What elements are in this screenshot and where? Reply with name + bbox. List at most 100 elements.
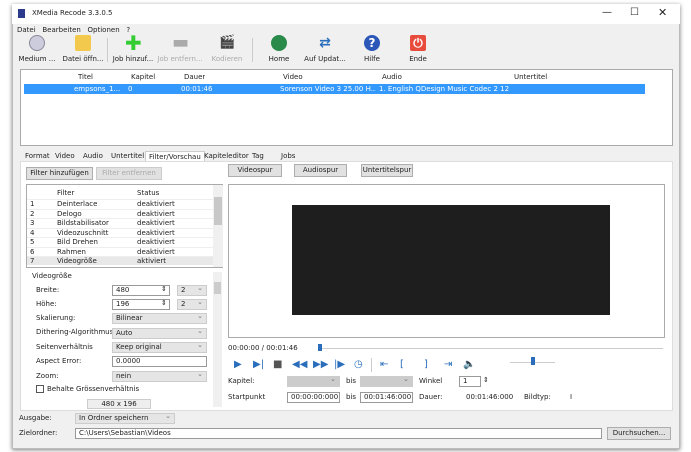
cell-title: empsons_1... — [74, 85, 121, 93]
filter-status: aktiviert — [137, 257, 167, 265]
seek-slider[interactable] — [318, 348, 663, 349]
menu-datei[interactable]: Datei — [17, 26, 36, 34]
filter-scrollbar[interactable] — [213, 185, 223, 267]
medium-button[interactable]: Medium ... — [12, 35, 62, 63]
filter-row[interactable]: 2 Delogo deaktiviert — [27, 208, 213, 218]
column-header[interactable]: Kapitel — [131, 73, 155, 81]
open-file-button[interactable]: Datei öffn... — [58, 35, 108, 63]
output-label: Ausgabe: — [19, 414, 52, 422]
home-button[interactable]: Home — [254, 35, 304, 63]
end-input[interactable]: 00:01:46:000 — [360, 392, 413, 403]
minimize-button[interactable]: — — [602, 7, 612, 18]
zoom-label: Zoom: — [36, 372, 59, 380]
subtitletrack-button[interactable]: Untertitelspur — [361, 164, 413, 177]
menu-bearbeiten[interactable]: Bearbeiten — [42, 26, 80, 34]
settings-scrollbar[interactable] — [213, 272, 222, 407]
filter-row[interactable]: 5 Bild Drehen deaktiviert — [27, 237, 213, 246]
frametype-label: Bildtyp: — [524, 393, 551, 401]
column-header[interactable]: Filter — [57, 189, 74, 197]
videotrack-button[interactable]: Videospur — [228, 164, 282, 177]
angle-input[interactable]: 1 — [459, 376, 481, 387]
encode-button[interactable]: 🎬 Kodieren — [202, 35, 252, 63]
volume-icon[interactable]: 🔈 — [463, 359, 475, 370]
keep-ratio-checkbox[interactable] — [36, 385, 44, 393]
volume-slider-thumb[interactable] — [530, 357, 535, 365]
set-end-marker-icon[interactable]: ] — [424, 359, 428, 370]
column-header[interactable]: Dauer — [184, 73, 205, 81]
filter-name: Bildstabilisator — [57, 219, 109, 227]
column-header[interactable]: Audio — [382, 73, 402, 81]
go-end-marker-icon[interactable]: ⇥ — [444, 359, 452, 370]
filter-name: Delogo — [57, 209, 82, 218]
filter-index: 1 — [30, 200, 35, 208]
stop-icon[interactable]: ■ — [273, 359, 282, 370]
filter-row[interactable]: 3 Bildstabilisator deaktiviert — [27, 218, 213, 227]
filter-row[interactable]: 4 Videozuschnitt deaktiviert — [27, 227, 213, 237]
width-divisor-select[interactable]: 2 — [177, 284, 207, 296]
height-spinner[interactable]: ⇕ — [161, 299, 167, 307]
aspect-error-label: Aspect Error: — [36, 357, 82, 365]
aspect-select[interactable]: Keep original — [112, 341, 207, 353]
seek-slider-thumb[interactable] — [318, 344, 322, 351]
close-button[interactable]: ✕ — [658, 6, 667, 19]
filter-status: deaktiviert — [137, 238, 175, 246]
set-start-marker-icon[interactable]: [ — [400, 359, 404, 370]
chapter-to-select[interactable] — [360, 375, 413, 387]
filter-name: Rahmen — [57, 247, 86, 256]
angle-spinner[interactable]: ⇕ — [483, 376, 489, 384]
audiotrack-button[interactable]: Audiospur — [294, 164, 347, 177]
update-button[interactable]: ⇄ Auf Updat... — [300, 35, 350, 63]
fast-forward-icon[interactable]: ▶▶ — [313, 359, 328, 370]
column-header[interactable]: Status — [137, 189, 159, 197]
filter-row[interactable]: 1 Deinterlace deaktiviert — [27, 199, 213, 208]
menu-optionen[interactable]: Optionen — [88, 26, 120, 34]
scaling-select[interactable]: Bilinear — [112, 312, 207, 324]
filter-index: 6 — [30, 247, 35, 256]
globe-icon — [271, 35, 287, 51]
play-icon[interactable]: ▶ — [234, 359, 242, 370]
column-header[interactable]: Untertitel — [514, 73, 547, 81]
maximize-button[interactable]: ☐ — [630, 7, 639, 18]
help-button[interactable]: ? Hilfe — [347, 35, 397, 63]
filter-status: deaktiviert — [137, 209, 175, 218]
go-start-marker-icon[interactable]: ⇤ — [380, 359, 388, 370]
scrollbar-thumb[interactable] — [214, 282, 221, 294]
output-select[interactable]: In Ordner speichern — [75, 412, 175, 424]
disc-icon — [29, 35, 45, 51]
column-header[interactable]: Video — [283, 73, 303, 81]
remove-job-button[interactable]: ▬ Job entfern... — [155, 34, 205, 64]
filter-status: deaktiviert — [137, 228, 175, 237]
filter-row[interactable]: 7 Videogröße aktiviert — [27, 256, 213, 265]
zoom-select[interactable]: nein — [112, 370, 207, 382]
aspect-error-input[interactable]: 0.0000 — [112, 356, 207, 367]
chapter-from-select[interactable] — [287, 375, 340, 387]
width-spinner[interactable]: ⇕ — [161, 285, 167, 293]
column-header[interactable]: Titel — [78, 73, 93, 81]
scrollbar-thumb[interactable] — [214, 197, 222, 225]
dither-select[interactable]: Auto — [112, 327, 207, 339]
next-frame-icon[interactable]: ▶| — [253, 359, 264, 370]
cell-audio: 1. English QDesign Music Codec 2 12... — [379, 85, 509, 93]
plus-icon: ✚ — [125, 31, 142, 55]
filter-row[interactable]: 6 Rahmen deaktiviert — [27, 246, 213, 256]
browse-button[interactable]: Durchsuchen... — [607, 427, 671, 440]
to-label: bis — [346, 377, 357, 385]
video-frame — [292, 205, 610, 315]
folder-input[interactable]: C:\Users\Sebastian\Videos — [75, 428, 602, 439]
remove-filter-button[interactable]: Filter entfernen — [96, 167, 162, 180]
height-label: Höhe: — [36, 300, 57, 308]
rewind-icon[interactable]: ◀◀ — [292, 359, 307, 370]
film-encode-icon: 🎬 — [219, 35, 236, 50]
start-input[interactable]: 00:00:00:000 — [287, 392, 340, 403]
table-row[interactable]: empsons_1... 0 00:01:46 Sorenson Video 3… — [24, 84, 645, 94]
filter-index: 5 — [30, 238, 35, 246]
height-divisor-select[interactable]: 2 — [177, 298, 207, 310]
clock-icon[interactable]: ◷ — [354, 359, 363, 370]
filter-status: deaktiviert — [137, 219, 175, 227]
filter-status: deaktiviert — [137, 200, 175, 208]
add-filter-button[interactable]: Filter hinzufügen — [26, 167, 93, 180]
filter-status: deaktiviert — [137, 247, 175, 256]
exit-button[interactable]: ⏻ Ende — [393, 35, 443, 63]
step-forward-icon[interactable]: |▶ — [334, 359, 345, 370]
add-job-button[interactable]: ✚ Job hinzuf... — [108, 31, 158, 63]
